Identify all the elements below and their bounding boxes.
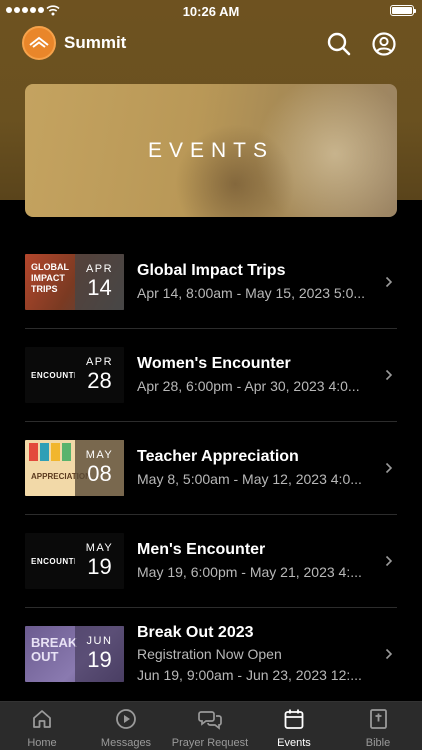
event-item[interactable]: GLOBAL IMPACT TRIPS APR 14 Global Impact…: [25, 236, 397, 329]
event-thumbnail: ENCOUNTER APR 28: [25, 347, 124, 403]
chevron-right-icon: [385, 462, 393, 474]
tab-messages[interactable]: Messages: [84, 702, 168, 750]
event-item[interactable]: ENCOUNTER APR 28 Women's Encounter Apr 2…: [25, 329, 397, 422]
event-day: 19: [87, 554, 112, 579]
home-icon: [33, 710, 51, 728]
event-title: Men's Encounter: [137, 541, 266, 558]
search-icon: [327, 32, 351, 56]
search-button[interactable]: [326, 31, 352, 57]
chat-icon: [198, 711, 222, 730]
event-dates: Jun 19, 9:00am - Jun 23, 2023 12:...: [137, 667, 362, 683]
event-subtitle: Registration Now Open: [137, 646, 282, 662]
event-thumbnail: GLOBAL IMPACT TRIPS APR 14: [25, 254, 124, 310]
tab-label: Home: [27, 737, 57, 749]
event-month: APR: [85, 356, 114, 368]
event-date-badge: APR 28: [75, 347, 124, 403]
event-title: Global Impact Trips: [137, 262, 286, 279]
church-logo-icon[interactable]: [22, 26, 56, 60]
tab-bible[interactable]: Bible: [336, 702, 420, 750]
app-header: Summit: [0, 24, 422, 64]
chevron-right-icon: [385, 276, 393, 288]
events-banner: EVENTS: [25, 84, 397, 217]
event-month: JUN: [86, 635, 113, 647]
event-day: 14: [87, 275, 112, 300]
event-day: 28: [87, 368, 112, 393]
tab-home[interactable]: Home: [0, 702, 84, 750]
thumbnail-text: BREAK OUT: [31, 635, 78, 664]
event-month: MAY: [85, 449, 114, 461]
chevron-right-icon: [385, 555, 393, 567]
banner-title: EVENTS: [147, 139, 275, 162]
event-title: Teacher Appreciation: [137, 448, 299, 465]
app-title: Summit: [64, 33, 127, 52]
event-date-badge: MAY 19: [75, 533, 124, 589]
calendar-icon: [284, 709, 304, 729]
event-date-badge: JUN 19: [75, 626, 124, 682]
thumbnail-text: GLOBAL IMPACT TRIPS: [31, 262, 69, 294]
event-list: GLOBAL IMPACT TRIPS APR 14 Global Impact…: [25, 236, 397, 701]
event-thumbnail: BREAK OUT JUN 19: [25, 626, 124, 682]
tab-label: Messages: [100, 737, 152, 749]
battery-icon: [390, 5, 416, 16]
event-item[interactable]: ENCOUNTER MAY 19 Men's Encounter May 19,…: [25, 515, 397, 608]
event-thumbnail: ENCOUNTER MAY 19: [25, 533, 124, 589]
bible-icon: [370, 709, 387, 729]
account-button[interactable]: [371, 31, 397, 57]
event-dates: May 19, 6:00pm - May 21, 2023 4:...: [137, 564, 362, 580]
event-title: Break Out 2023: [137, 624, 254, 641]
event-title: Women's Encounter: [137, 355, 291, 372]
event-dates: Apr 14, 8:00am - May 15, 2023 5:0...: [137, 285, 366, 301]
event-day: 08: [87, 461, 112, 486]
event-date-badge: APR 14: [75, 254, 124, 310]
event-day: 19: [87, 647, 112, 672]
event-dates: Apr 28, 6:00pm - Apr 30, 2023 4:0...: [137, 378, 360, 394]
bottom-tab-bar: Home Messages Prayer Request Events Bibl…: [0, 701, 422, 750]
tab-events[interactable]: Events: [252, 702, 336, 750]
event-dates: May 8, 5:00am - May 12, 2023 4:0...: [137, 471, 362, 487]
tab-prayer-request[interactable]: Prayer Request: [168, 702, 252, 750]
event-month: MAY: [85, 542, 114, 554]
play-icon: [116, 709, 136, 729]
tab-label: Prayer Request: [171, 737, 249, 749]
tab-label: Bible: [365, 737, 391, 749]
event-thumbnail: APPRECIATION MAY 08: [25, 440, 124, 496]
chevron-right-icon: [385, 648, 393, 660]
chevron-right-icon: [385, 369, 393, 381]
event-item[interactable]: APPRECIATION MAY 08 Teacher Appreciation…: [25, 422, 397, 515]
status-bar: 10:26 AM: [0, 0, 422, 22]
tab-label: Events: [277, 737, 311, 749]
event-date-badge: MAY 08: [75, 440, 124, 496]
profile-icon: [372, 32, 396, 56]
event-month: APR: [85, 263, 114, 275]
status-time: 10:26 AM: [182, 4, 240, 19]
event-item[interactable]: BREAK OUT JUN 19 Break Out 2023 Registra…: [25, 608, 397, 701]
